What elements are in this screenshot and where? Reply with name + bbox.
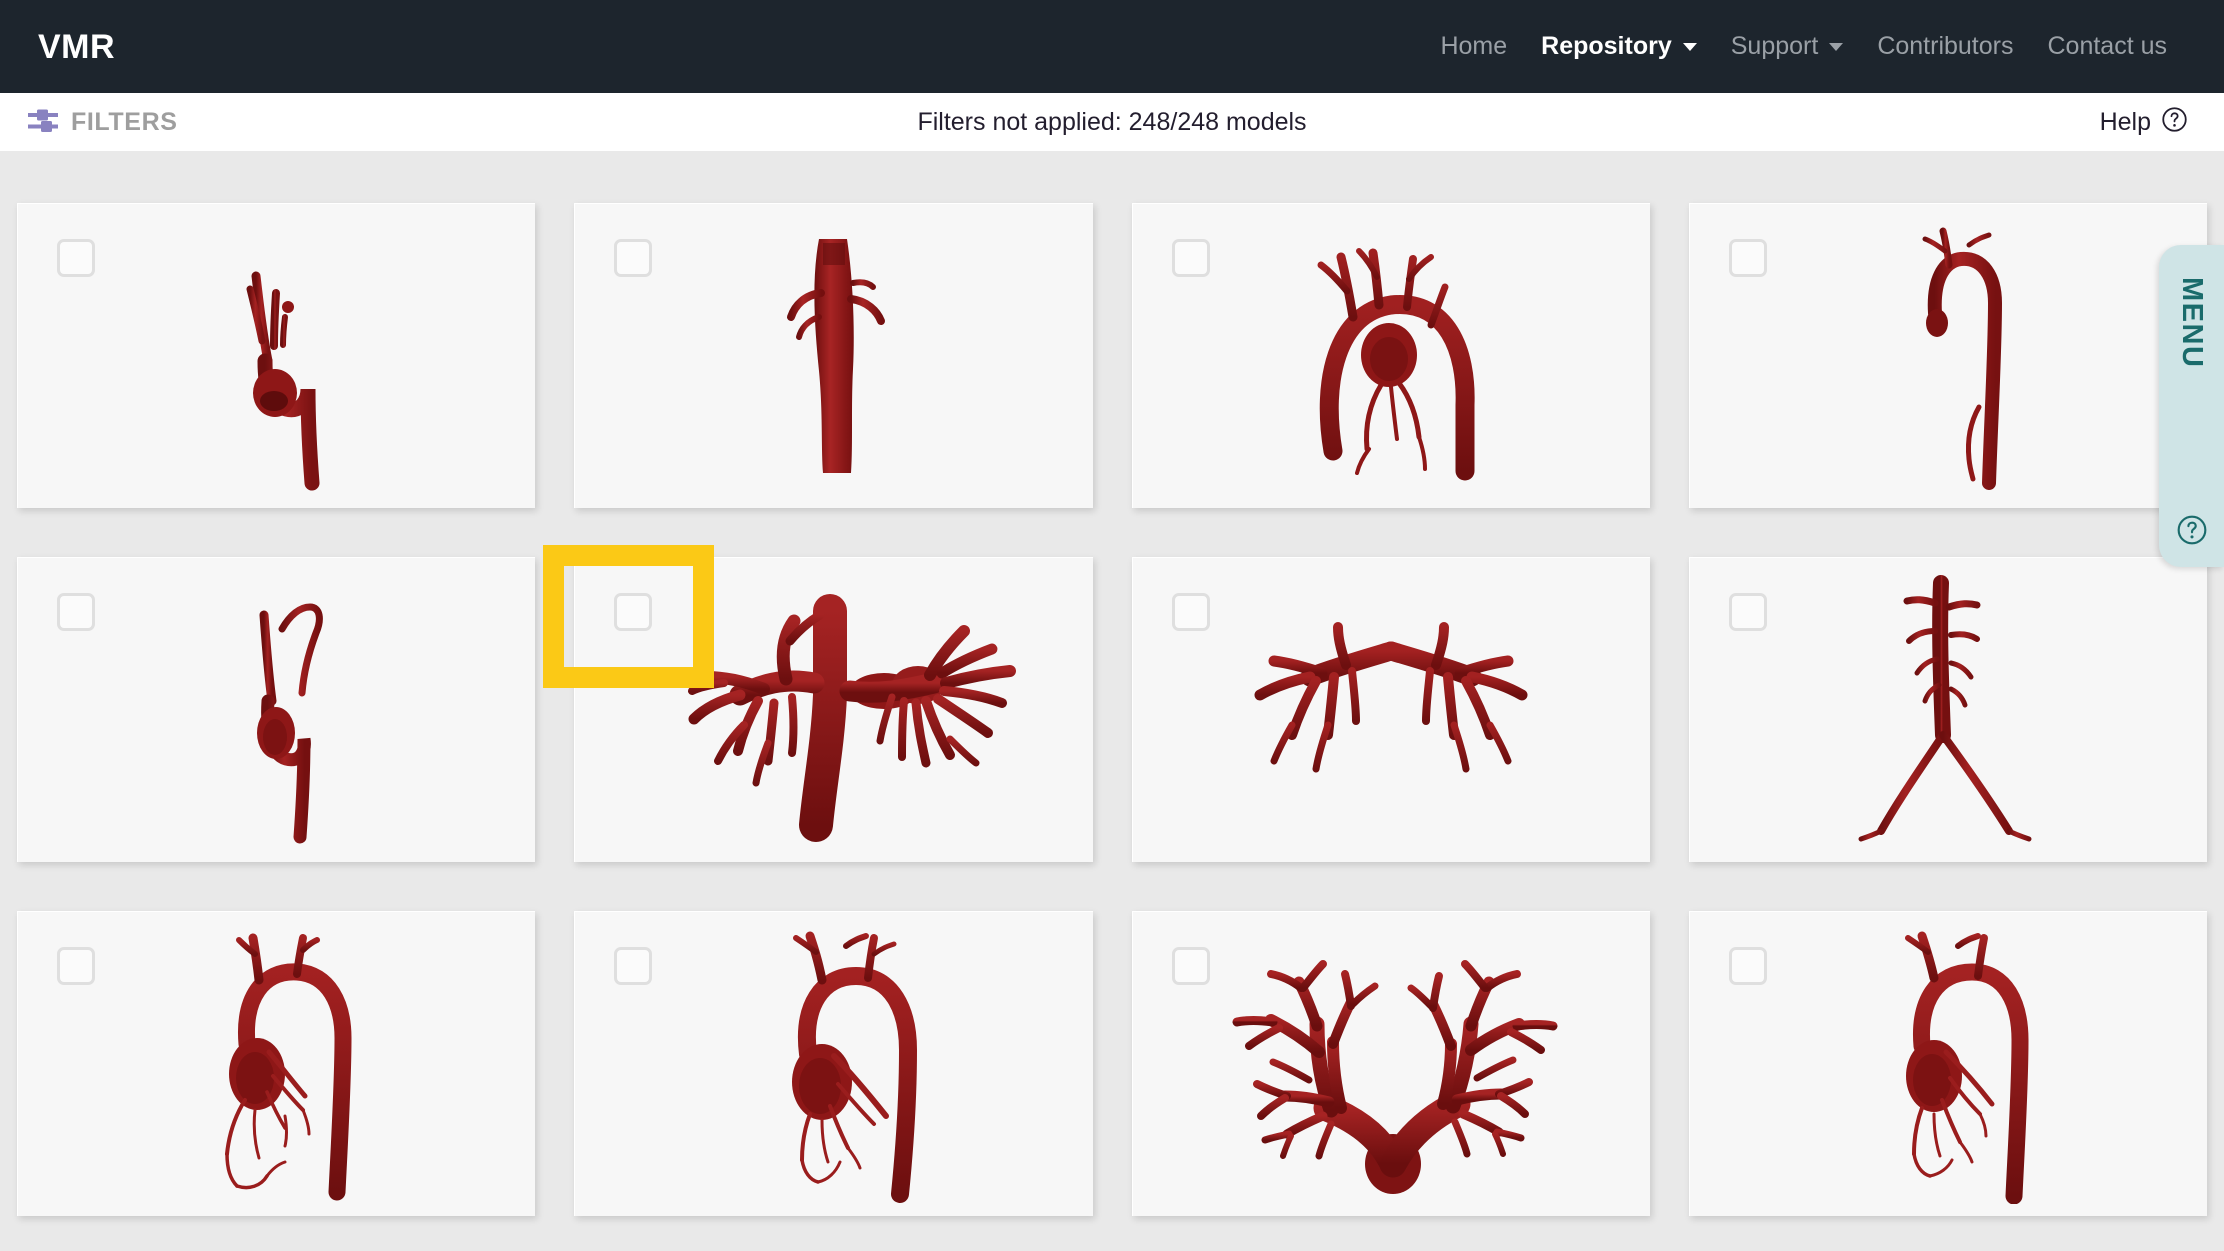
brand-logo[interactable]: VMR	[38, 30, 115, 64]
question-circle-icon	[2161, 106, 2188, 138]
model-card[interactable]	[1131, 203, 1650, 508]
aortic-arch-branches-icon	[1317, 248, 1475, 481]
model-select-checkbox[interactable]	[57, 947, 95, 985]
model-thumbnail	[1133, 558, 1650, 862]
help-label: Help	[2099, 107, 2151, 136]
question-circle-icon[interactable]	[2176, 514, 2208, 551]
pulmonary-artery-tree-icon	[687, 593, 1016, 842]
model-select-checkbox[interactable]	[614, 239, 653, 277]
top-navbar: VMR Home Repository Support Contributors…	[0, 0, 2224, 93]
model-card[interactable]	[17, 911, 536, 1216]
aorto-iliac-icon	[1858, 574, 2032, 841]
model-select-checkbox[interactable]	[57, 593, 95, 631]
model-select-checkbox[interactable]	[1728, 239, 1767, 277]
thoracic-aorta-icon	[1922, 225, 2003, 490]
nav-item-home[interactable]: Home	[1423, 34, 1524, 59]
aortic-arch-icon	[246, 271, 320, 491]
model-card[interactable]	[1131, 557, 1650, 862]
pulmonary-bifurcation-icon	[1254, 585, 1528, 773]
menu-side-tab[interactable]: MENU	[2159, 245, 2224, 567]
model-thumbnail	[1690, 558, 2207, 862]
help-link[interactable]: Help	[2100, 106, 2188, 138]
nav-item-contact-us-label: Contact us	[2047, 32, 2167, 60]
model-thumbnail	[575, 204, 1092, 508]
model-select-checkbox[interactable]	[614, 593, 653, 631]
model-select-checkbox[interactable]	[57, 239, 95, 277]
model-thumbnail	[18, 204, 535, 508]
model-thumbnail	[1690, 912, 2207, 1216]
model-card[interactable]	[1131, 911, 1650, 1216]
nav-item-contributors-label: Contributors	[1877, 32, 2014, 60]
filters-label: FILTERS	[71, 107, 178, 136]
aorta-coronaries-icon	[224, 932, 352, 1201]
nav-item-support-label: Support	[1730, 32, 1819, 60]
model-thumbnail	[1690, 204, 2207, 508]
sliders-icon	[28, 108, 58, 137]
model-thumbnail	[1133, 204, 1650, 508]
filter-bar: FILTERS Filters not applied: 248/248 mod…	[0, 93, 2224, 151]
chevron-down-icon	[1682, 42, 1697, 51]
menu-tab-label: MENU	[2176, 277, 2208, 369]
aorta-coarctation-icon	[256, 603, 323, 844]
nav-item-support[interactable]: Support	[1714, 34, 1861, 59]
nav-item-repository[interactable]: Repository	[1524, 34, 1714, 59]
nav-item-repository-label: Repository	[1541, 32, 1672, 60]
model-card[interactable]	[1688, 203, 2207, 508]
model-select-checkbox[interactable]	[1728, 947, 1767, 985]
filter-status-text: Filters not applied: 248/248 models	[917, 107, 1307, 136]
model-card[interactable]	[1688, 557, 2207, 862]
pulmonary-tree-wide-icon	[1232, 959, 1558, 1194]
abdominal-aorta-icon	[786, 239, 885, 473]
aorta-pulmonary-shunt-icon	[791, 929, 917, 1203]
model-thumbnail	[575, 558, 1092, 862]
chevron-down-icon	[1829, 42, 1844, 51]
model-select-checkbox[interactable]	[1171, 947, 1210, 985]
model-card[interactable]	[574, 911, 1093, 1216]
model-select-checkbox[interactable]	[1728, 593, 1767, 631]
model-card[interactable]	[574, 203, 1093, 508]
model-card[interactable]	[17, 203, 536, 508]
model-thumbnail	[18, 912, 535, 1216]
model-card[interactable]	[574, 557, 1093, 862]
main-navigation: Home Repository Support Contributors Con…	[1423, 34, 2184, 59]
model-grid	[0, 151, 2224, 1251]
model-thumbnail	[18, 558, 535, 862]
aorta-coronaries-alt-icon	[1905, 929, 2029, 1204]
nav-item-contributors[interactable]: Contributors	[1860, 34, 2030, 59]
model-card[interactable]	[1688, 911, 2207, 1216]
model-thumbnail	[575, 912, 1092, 1216]
model-select-checkbox[interactable]	[1171, 239, 1210, 277]
nav-item-contact-us[interactable]: Contact us	[2030, 34, 2184, 59]
model-select-checkbox[interactable]	[614, 947, 653, 985]
model-select-checkbox[interactable]	[1171, 593, 1210, 631]
model-thumbnail	[1133, 912, 1650, 1216]
filters-button[interactable]: FILTERS	[28, 108, 178, 137]
nav-item-home-label: Home	[1440, 32, 1508, 60]
model-card[interactable]	[17, 557, 536, 862]
